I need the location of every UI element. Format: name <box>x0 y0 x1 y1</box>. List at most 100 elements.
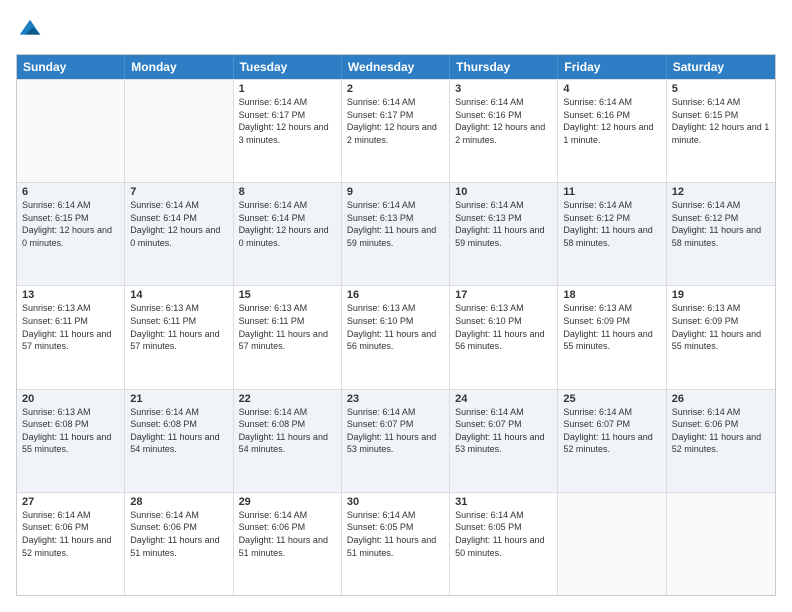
day-number: 10 <box>455 186 552 198</box>
calendar-row: 1 Sunrise: 6:14 AM Sunset: 6:17 PM Daylig… <box>17 79 775 182</box>
day-number: 2 <box>347 83 444 95</box>
page: SundayMondayTuesdayWednesdayThursdayFrid… <box>0 0 792 612</box>
day-number: 17 <box>455 289 552 301</box>
calendar-cell: 23Sunrise: 6:14 AM Sunset: 6:07 PM Dayli… <box>342 390 450 492</box>
calendar-body: 1 Sunrise: 6:14 AM Sunset: 6:17 PM Daylig… <box>17 79 775 595</box>
day-number: 19 <box>672 289 770 301</box>
cell-info: Sunrise: 6:13 AM Sunset: 6:11 PM Dayligh… <box>130 302 227 352</box>
cell-info: Sunrise: 6:14 AM Sunset: 6:08 PM Dayligh… <box>130 406 227 456</box>
day-number: 5 <box>672 83 770 95</box>
calendar-header-cell: Saturday <box>667 55 775 79</box>
day-number: 20 <box>22 393 119 405</box>
calendar-cell: 2Sunrise: 6:14 AM Sunset: 6:17 PM Daylig… <box>342 80 450 182</box>
calendar-cell: 26Sunrise: 6:14 AM Sunset: 6:06 PM Dayli… <box>667 390 775 492</box>
cell-info: Sunrise: 6:13 AM Sunset: 6:11 PM Dayligh… <box>22 302 119 352</box>
calendar-cell: 15Sunrise: 6:13 AM Sunset: 6:11 PM Dayli… <box>234 286 342 388</box>
calendar-cell: 24Sunrise: 6:14 AM Sunset: 6:07 PM Dayli… <box>450 390 558 492</box>
logo-icon <box>16 16 44 44</box>
calendar-cell: 17Sunrise: 6:13 AM Sunset: 6:10 PM Dayli… <box>450 286 558 388</box>
calendar-cell: 25Sunrise: 6:14 AM Sunset: 6:07 PM Dayli… <box>558 390 666 492</box>
calendar-header-cell: Tuesday <box>234 55 342 79</box>
cell-info: Sunrise: 6:14 AM Sunset: 6:14 PM Dayligh… <box>130 199 227 249</box>
cell-info: Sunrise: 6:14 AM Sunset: 6:06 PM Dayligh… <box>672 406 770 456</box>
day-number: 28 <box>130 496 227 508</box>
calendar-cell: 5Sunrise: 6:14 AM Sunset: 6:15 PM Daylig… <box>667 80 775 182</box>
calendar-header-cell: Sunday <box>17 55 125 79</box>
calendar-cell: 3Sunrise: 6:14 AM Sunset: 6:16 PM Daylig… <box>450 80 558 182</box>
calendar-row: 27Sunrise: 6:14 AM Sunset: 6:06 PM Dayli… <box>17 492 775 595</box>
cell-info: Sunrise: 6:13 AM Sunset: 6:10 PM Dayligh… <box>347 302 444 352</box>
cell-info: Sunrise: 6:14 AM Sunset: 6:08 PM Dayligh… <box>239 406 336 456</box>
day-number: 4 <box>563 83 660 95</box>
day-number: 31 <box>455 496 552 508</box>
calendar-cell: 30Sunrise: 6:14 AM Sunset: 6:05 PM Dayli… <box>342 493 450 595</box>
cell-info: Sunrise: 6:13 AM Sunset: 6:09 PM Dayligh… <box>563 302 660 352</box>
cell-info: Sunrise: 6:14 AM Sunset: 6:15 PM Dayligh… <box>672 96 770 146</box>
calendar-header-cell: Thursday <box>450 55 558 79</box>
calendar-cell: 20Sunrise: 6:13 AM Sunset: 6:08 PM Dayli… <box>17 390 125 492</box>
day-number: 15 <box>239 289 336 301</box>
day-number: 24 <box>455 393 552 405</box>
cell-info: Sunrise: 6:14 AM Sunset: 6:17 PM Dayligh… <box>347 96 444 146</box>
cell-info: Sunrise: 6:14 AM Sunset: 6:06 PM Dayligh… <box>130 509 227 559</box>
cell-info: Sunrise: 6:13 AM Sunset: 6:10 PM Dayligh… <box>455 302 552 352</box>
day-number: 12 <box>672 186 770 198</box>
calendar: SundayMondayTuesdayWednesdayThursdayFrid… <box>16 54 776 596</box>
day-number: 13 <box>22 289 119 301</box>
calendar-cell: 8Sunrise: 6:14 AM Sunset: 6:14 PM Daylig… <box>234 183 342 285</box>
cell-info: Sunrise: 6:14 AM Sunset: 6:05 PM Dayligh… <box>347 509 444 559</box>
cell-info: Sunrise: 6:13 AM Sunset: 6:11 PM Dayligh… <box>239 302 336 352</box>
day-number: 3 <box>455 83 552 95</box>
day-number: 23 <box>347 393 444 405</box>
calendar-cell <box>558 493 666 595</box>
day-number: 22 <box>239 393 336 405</box>
cell-info: Sunrise: 6:14 AM Sunset: 6:06 PM Dayligh… <box>239 509 336 559</box>
day-number: 11 <box>563 186 660 198</box>
cell-info: Sunrise: 6:14 AM Sunset: 6:16 PM Dayligh… <box>455 96 552 146</box>
calendar-cell: 22Sunrise: 6:14 AM Sunset: 6:08 PM Dayli… <box>234 390 342 492</box>
calendar-header-cell: Friday <box>558 55 666 79</box>
day-number: 7 <box>130 186 227 198</box>
cell-info: Sunrise: 6:14 AM Sunset: 6:16 PM Dayligh… <box>563 96 660 146</box>
calendar-cell: 13Sunrise: 6:13 AM Sunset: 6:11 PM Dayli… <box>17 286 125 388</box>
day-number: 6 <box>22 186 119 198</box>
day-number: 9 <box>347 186 444 198</box>
calendar-header-cell: Monday <box>125 55 233 79</box>
cell-info: Sunrise: 6:13 AM Sunset: 6:09 PM Dayligh… <box>672 302 770 352</box>
cell-info: Sunrise: 6:14 AM Sunset: 6:07 PM Dayligh… <box>563 406 660 456</box>
day-number: 29 <box>239 496 336 508</box>
calendar-cell: 4Sunrise: 6:14 AM Sunset: 6:16 PM Daylig… <box>558 80 666 182</box>
day-number: 21 <box>130 393 227 405</box>
cell-info: Sunrise: 6:13 AM Sunset: 6:08 PM Dayligh… <box>22 406 119 456</box>
cell-info: Sunrise: 6:14 AM Sunset: 6:12 PM Dayligh… <box>563 199 660 249</box>
cell-info: Sunrise: 6:14 AM Sunset: 6:14 PM Dayligh… <box>239 199 336 249</box>
calendar-row: 20Sunrise: 6:13 AM Sunset: 6:08 PM Dayli… <box>17 389 775 492</box>
calendar-header-cell: Wednesday <box>342 55 450 79</box>
calendar-cell: 19Sunrise: 6:13 AM Sunset: 6:09 PM Dayli… <box>667 286 775 388</box>
day-number: 1 <box>239 83 336 95</box>
calendar-cell: 9Sunrise: 6:14 AM Sunset: 6:13 PM Daylig… <box>342 183 450 285</box>
calendar-cell <box>17 80 125 182</box>
calendar-cell: 12Sunrise: 6:14 AM Sunset: 6:12 PM Dayli… <box>667 183 775 285</box>
calendar-cell: 28Sunrise: 6:14 AM Sunset: 6:06 PM Dayli… <box>125 493 233 595</box>
calendar-cell: 10Sunrise: 6:14 AM Sunset: 6:13 PM Dayli… <box>450 183 558 285</box>
cell-info: Sunrise: 6:14 AM Sunset: 6:05 PM Dayligh… <box>455 509 552 559</box>
calendar-cell: 18Sunrise: 6:13 AM Sunset: 6:09 PM Dayli… <box>558 286 666 388</box>
calendar-cell <box>125 80 233 182</box>
calendar-cell: 7Sunrise: 6:14 AM Sunset: 6:14 PM Daylig… <box>125 183 233 285</box>
calendar-row: 6Sunrise: 6:14 AM Sunset: 6:15 PM Daylig… <box>17 182 775 285</box>
day-number: 30 <box>347 496 444 508</box>
calendar-cell: 16Sunrise: 6:13 AM Sunset: 6:10 PM Dayli… <box>342 286 450 388</box>
day-number: 18 <box>563 289 660 301</box>
calendar-cell: 1Sunrise: 6:14 AM Sunset: 6:17 PM Daylig… <box>234 80 342 182</box>
calendar-cell: 14Sunrise: 6:13 AM Sunset: 6:11 PM Dayli… <box>125 286 233 388</box>
cell-info: Sunrise: 6:14 AM Sunset: 6:12 PM Dayligh… <box>672 199 770 249</box>
cell-info: Sunrise: 6:14 AM Sunset: 6:15 PM Dayligh… <box>22 199 119 249</box>
calendar-cell: 31Sunrise: 6:14 AM Sunset: 6:05 PM Dayli… <box>450 493 558 595</box>
cell-info: Sunrise: 6:14 AM Sunset: 6:06 PM Dayligh… <box>22 509 119 559</box>
day-number: 26 <box>672 393 770 405</box>
calendar-cell: 29Sunrise: 6:14 AM Sunset: 6:06 PM Dayli… <box>234 493 342 595</box>
calendar-cell <box>667 493 775 595</box>
day-number: 27 <box>22 496 119 508</box>
cell-info: Sunrise: 6:14 AM Sunset: 6:13 PM Dayligh… <box>347 199 444 249</box>
